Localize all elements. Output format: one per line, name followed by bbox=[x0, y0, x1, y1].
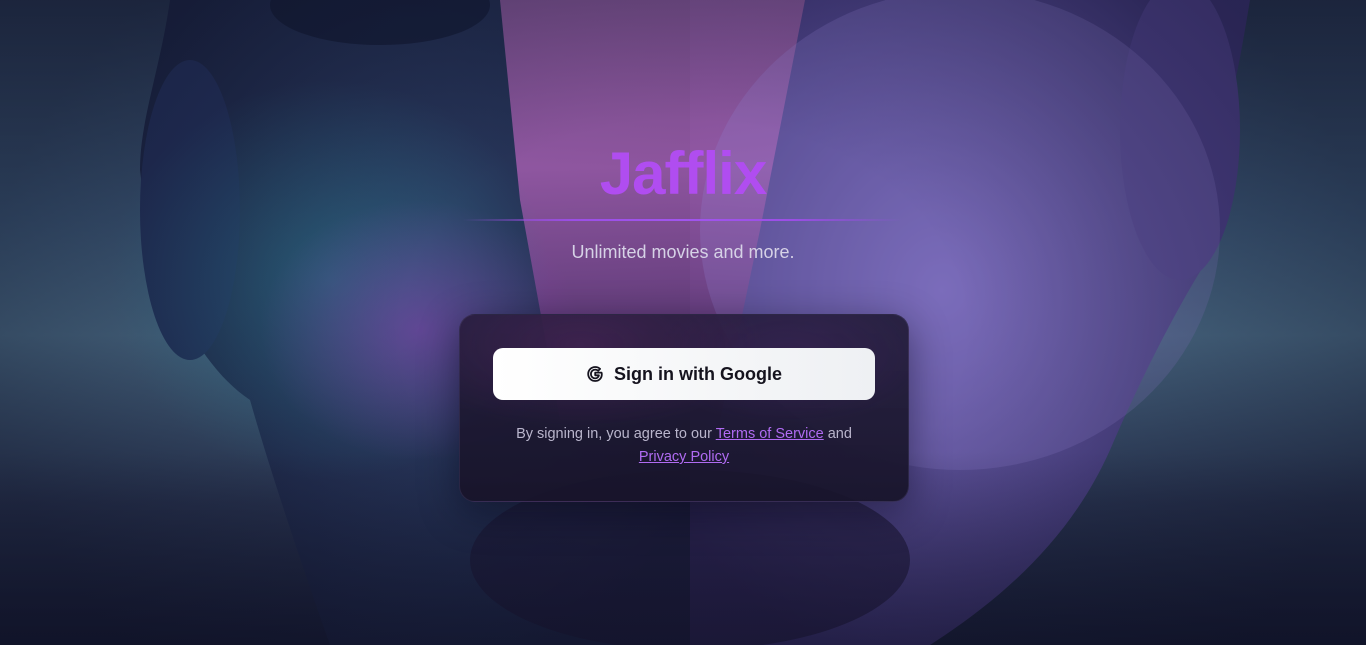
brand-tagline: Unlimited movies and more. bbox=[571, 242, 795, 262]
google-g-icon bbox=[586, 365, 604, 383]
signin-card: Sign in with Google By signing in, you a… bbox=[459, 314, 909, 502]
sign-in-with-google-button[interactable]: Sign in with Google bbox=[493, 348, 875, 400]
brand-title: Jafflix bbox=[599, 140, 767, 207]
google-button-label: Sign in with Google bbox=[614, 363, 782, 384]
terms-of-service-link[interactable]: Terms of Service bbox=[716, 426, 824, 442]
legal-and: and bbox=[827, 426, 852, 442]
privacy-policy-link[interactable]: Privacy Policy bbox=[639, 449, 729, 465]
legal-prefix: By signing in, you agree to our bbox=[516, 426, 712, 442]
login-page: Jafflix Unlimited movies and more. Sign … bbox=[0, 0, 1366, 645]
title-divider bbox=[463, 219, 903, 221]
legal-notice: By signing in, you agree to our Terms of… bbox=[460, 423, 908, 469]
